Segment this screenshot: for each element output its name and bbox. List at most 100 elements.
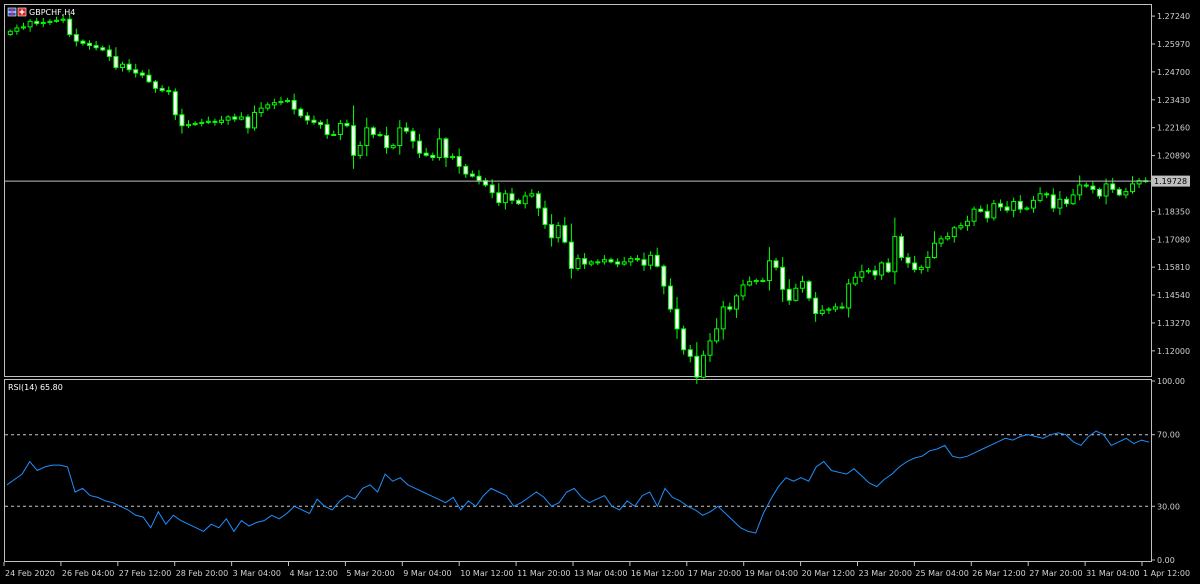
candle-body xyxy=(806,281,812,299)
candle-body xyxy=(819,309,825,314)
candle-body xyxy=(1064,198,1069,205)
candle-body xyxy=(397,127,403,146)
candle-body xyxy=(67,18,73,36)
candle-body xyxy=(390,144,396,149)
price-tick-label: 1.24700 xyxy=(1157,68,1190,77)
candle-body xyxy=(707,340,713,356)
candle-body xyxy=(1024,207,1030,210)
candle-body xyxy=(179,114,185,127)
candle-body xyxy=(648,254,654,266)
candle-body xyxy=(113,56,119,68)
candle-body xyxy=(153,81,159,89)
candle-body xyxy=(430,154,436,159)
candle-body xyxy=(93,45,99,49)
candle-body xyxy=(159,87,165,92)
candle-body xyxy=(654,254,660,267)
rsi-tick-label: 30.00 xyxy=(1157,502,1180,511)
candle-body xyxy=(898,236,904,258)
candle-body xyxy=(865,270,871,273)
candle-body xyxy=(938,238,944,244)
candle-body xyxy=(87,42,92,47)
candle-body xyxy=(225,116,231,121)
candle-body xyxy=(496,192,502,204)
candle-body xyxy=(621,261,627,265)
candle-body xyxy=(469,173,475,177)
candle-body xyxy=(918,266,924,271)
candle-body xyxy=(681,328,687,351)
rsi-tick-label: 100.00 xyxy=(1157,377,1185,386)
candle-body xyxy=(694,355,700,378)
candle-body xyxy=(516,199,522,205)
price-tick-label: 1.15810 xyxy=(1157,263,1190,272)
candle-body xyxy=(1004,206,1010,211)
time-tick-label: 27 Mar 20:00 xyxy=(1029,569,1082,578)
candle-body xyxy=(582,258,588,265)
candle-body xyxy=(714,328,720,342)
price-tick-label: 1.17080 xyxy=(1157,235,1190,244)
candle-body xyxy=(278,101,284,104)
candle-body xyxy=(126,63,132,71)
candle-body xyxy=(931,242,937,258)
candle-body xyxy=(641,259,647,266)
candle-body xyxy=(892,236,898,273)
candle-body xyxy=(813,297,819,314)
candle-body xyxy=(186,124,192,127)
candle-body xyxy=(522,195,528,205)
candle-body xyxy=(80,40,86,44)
candle-body xyxy=(436,138,442,159)
candle-body xyxy=(344,123,350,127)
candle-body xyxy=(410,130,416,142)
candle-body xyxy=(634,258,640,261)
price-tick-label: 1.14540 xyxy=(1157,291,1190,300)
indicator-label: RSI(14) 65.80 xyxy=(8,383,63,392)
price-tick-label: 1.27240 xyxy=(1157,12,1190,21)
time-tick-label: 24 Feb 2020 xyxy=(5,569,55,578)
candle-body xyxy=(7,30,13,36)
candle-body xyxy=(753,280,759,283)
candle-body xyxy=(205,120,211,123)
candle-body xyxy=(1017,200,1023,210)
candle-body xyxy=(978,208,984,212)
candle-body xyxy=(245,116,251,129)
candle-body xyxy=(529,193,535,197)
candle-body xyxy=(265,104,271,109)
candle-body xyxy=(562,225,568,243)
time-tick-label: 9 Mar 04:00 xyxy=(403,569,451,578)
candle-body xyxy=(786,288,792,301)
price-tick-label: 1.12000 xyxy=(1157,347,1190,356)
chart-canvas: 1.27240 1.25970 1.24700 1.23430 1.22160 1.208… xyxy=(0,0,1200,584)
candle-body xyxy=(1077,184,1083,196)
candle-body xyxy=(417,140,423,154)
candle-body xyxy=(984,210,990,219)
candle-body xyxy=(793,287,799,301)
current-price-marker: 1.19728 xyxy=(1152,175,1190,187)
chart-background xyxy=(0,0,1200,584)
candle-body xyxy=(747,281,753,286)
candle-body xyxy=(291,99,297,110)
candle-body xyxy=(252,112,258,129)
candle-body xyxy=(351,125,357,156)
candle-body xyxy=(172,91,178,116)
candle-body xyxy=(423,152,429,156)
candle-body xyxy=(839,306,845,309)
price-tick-label: 1.25970 xyxy=(1157,40,1190,49)
candle-body xyxy=(146,74,152,83)
candle-body xyxy=(700,354,706,378)
candle-body xyxy=(166,90,172,93)
candle-body xyxy=(476,175,482,182)
candle-body xyxy=(615,261,621,265)
candle-body xyxy=(832,306,838,310)
candle-body xyxy=(879,262,885,276)
candle-body xyxy=(54,19,59,22)
candle-body xyxy=(120,63,126,69)
current-price-label: 1.19728 xyxy=(1154,177,1187,186)
time-tick-label: 10 Mar 12:00 xyxy=(460,569,513,578)
candle-body xyxy=(73,34,79,42)
candle-body xyxy=(232,116,238,120)
time-tick-label: 4 Mar 12:00 xyxy=(290,569,338,578)
candle-body xyxy=(258,107,264,114)
candle-body xyxy=(364,127,370,146)
price-tick-label: 1.22160 xyxy=(1157,124,1190,133)
candle-body xyxy=(27,20,33,28)
candle-body xyxy=(964,220,970,227)
